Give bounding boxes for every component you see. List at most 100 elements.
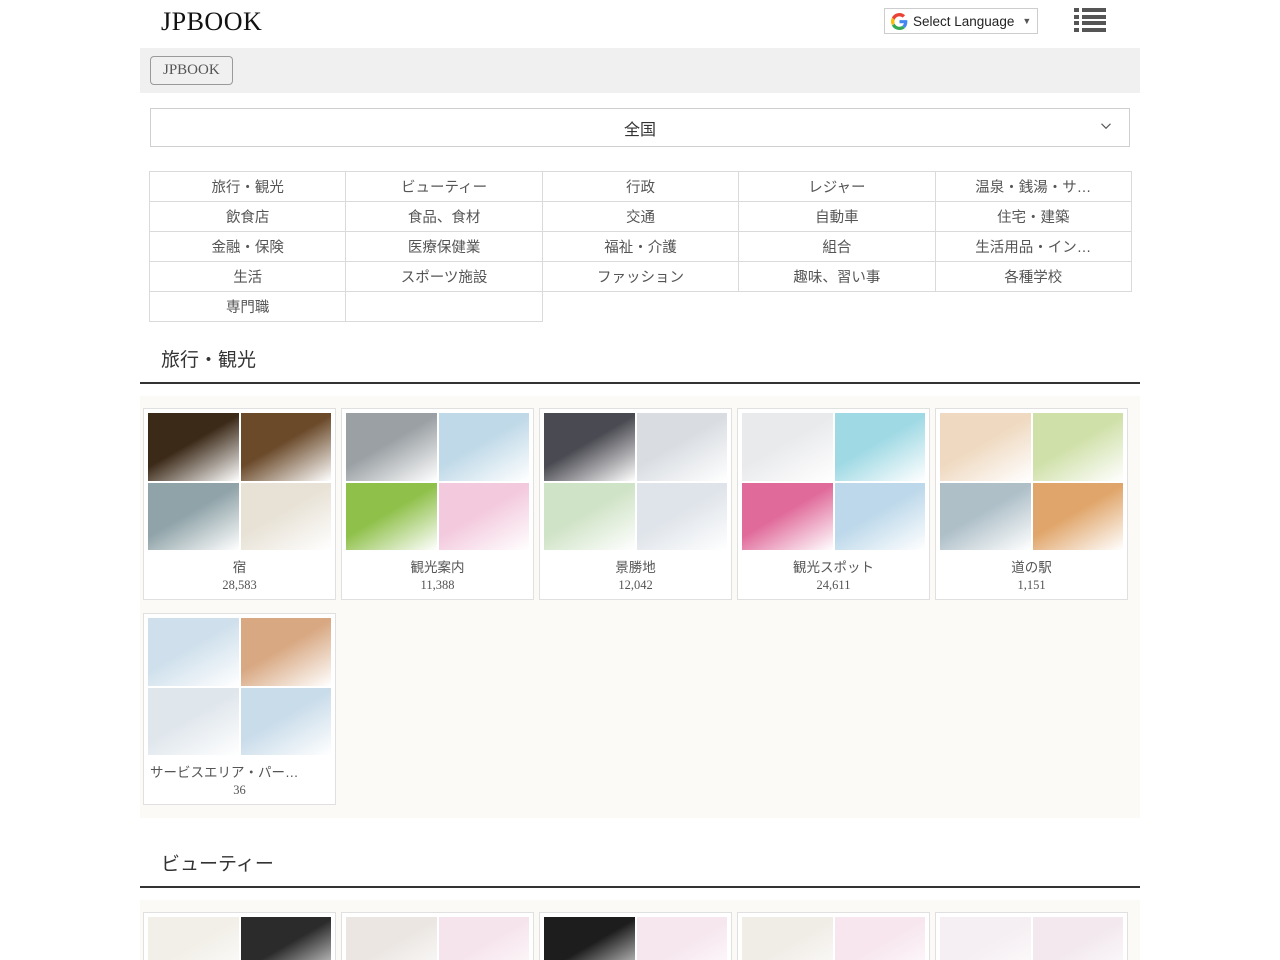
category-card[interactable]: 観光案内11,388 — [341, 408, 534, 600]
google-translate-widget[interactable]: Select Language ▼ — [884, 8, 1038, 34]
thumbnail-tile — [148, 483, 239, 551]
category-card[interactable]: サービスエリア・パー…36 — [143, 613, 336, 805]
category-cell-blank — [739, 292, 935, 322]
breadcrumb-item-home[interactable]: JPBOOK — [150, 56, 233, 85]
card-thumbnail — [742, 413, 925, 550]
category-cell[interactable]: 医療保健業 — [346, 232, 542, 262]
category-cell[interactable]: 専門職 — [150, 292, 346, 322]
thumbnail-tile — [637, 413, 728, 481]
page-root: JPBOOK Select Language ▼ JPBOOK — [0, 0, 1280, 960]
card-row: 宿28,583観光案内11,388景勝地12,042観光スポット24,611道の… — [140, 408, 1140, 613]
translate-label: Select Language — [913, 14, 1014, 29]
category-row: 旅行・観光ビューティー行政レジャー温泉・銭湯・サ… — [150, 172, 1132, 202]
category-cell[interactable]: 各種学校 — [935, 262, 1131, 292]
card-count: 1,151 — [940, 576, 1123, 599]
category-cell-blank — [935, 292, 1131, 322]
thumbnail-tile — [241, 483, 332, 551]
thumbnail-tile — [835, 413, 926, 481]
region-select-value: 全国 — [624, 116, 656, 140]
thumbnail-tile — [637, 917, 728, 960]
category-card[interactable] — [143, 912, 336, 960]
category-card[interactable]: 景勝地12,042 — [539, 408, 732, 600]
category-cell[interactable]: 住宅・建築 — [935, 202, 1131, 232]
breadcrumb: JPBOOK — [140, 48, 1140, 93]
thumbnail-tile — [439, 483, 530, 551]
section-divider — [140, 886, 1140, 888]
card-label: 観光スポット — [742, 550, 925, 576]
thumbnail-tile — [439, 413, 530, 481]
category-cell[interactable]: 旅行・観光 — [150, 172, 346, 202]
thumbnail-tile — [241, 917, 332, 960]
category-cell[interactable]: 生活用品・イン… — [935, 232, 1131, 262]
card-count: 28,583 — [148, 576, 331, 599]
thumbnail-tile — [241, 413, 332, 481]
category-cell[interactable]: ビューティー — [346, 172, 542, 202]
thumbnail-tile — [439, 917, 530, 960]
category-cell[interactable]: 金融・保険 — [150, 232, 346, 262]
category-card[interactable] — [737, 912, 930, 960]
thumbnail-tile — [148, 917, 239, 960]
category-cell[interactable]: ファッション — [542, 262, 738, 292]
thumbnail-tile — [346, 917, 437, 960]
category-cell[interactable]: 生活 — [150, 262, 346, 292]
card-thumbnail — [346, 917, 529, 960]
category-cell[interactable]: 行政 — [542, 172, 738, 202]
category-cell[interactable]: 温泉・銭湯・サ… — [935, 172, 1131, 202]
thumbnail-tile — [544, 483, 635, 551]
category-cell[interactable]: レジャー — [739, 172, 935, 202]
section-cards: 宿28,583観光案内11,388景勝地12,042観光スポット24,611道の… — [140, 396, 1140, 818]
thumbnail-tile — [637, 483, 728, 551]
section-header: ビューティー — [140, 849, 1140, 888]
thumbnail-tile — [148, 618, 239, 686]
category-card[interactable] — [935, 912, 1128, 960]
list-menu-icon[interactable] — [1074, 6, 1106, 34]
thumbnail-tile — [148, 413, 239, 481]
region-select[interactable]: 全国 — [150, 108, 1130, 147]
card-label: 道の駅 — [940, 550, 1123, 576]
category-cell-empty — [346, 292, 542, 322]
category-card[interactable]: 道の駅1,151 — [935, 408, 1128, 600]
card-count: 12,042 — [544, 576, 727, 599]
google-logo-icon — [891, 13, 908, 30]
card-thumbnail — [544, 413, 727, 550]
category-cell[interactable]: 交通 — [542, 202, 738, 232]
category-cell[interactable]: 組合 — [739, 232, 935, 262]
section-header: 旅行・観光 — [140, 345, 1140, 384]
card-thumbnail — [148, 413, 331, 550]
card-thumbnail — [940, 917, 1123, 960]
category-cell[interactable]: スポーツ施設 — [346, 262, 542, 292]
menu-line — [1074, 8, 1106, 12]
category-row: 金融・保険医療保健業福祉・介護組合生活用品・イン… — [150, 232, 1132, 262]
category-cell[interactable]: 趣味、習い事 — [739, 262, 935, 292]
card-row — [140, 912, 1140, 960]
category-card[interactable]: 宿28,583 — [143, 408, 336, 600]
thumbnail-tile — [940, 413, 1031, 481]
thumbnail-tile — [1033, 413, 1124, 481]
card-thumbnail — [346, 413, 529, 550]
card-thumbnail — [742, 917, 925, 960]
thumbnail-tile — [1033, 917, 1124, 960]
section-cards — [140, 900, 1140, 960]
category-row: 専門職 — [150, 292, 1132, 322]
category-card[interactable]: 観光スポット24,611 — [737, 408, 930, 600]
category-cell[interactable]: 食品、食材 — [346, 202, 542, 232]
category-cell[interactable]: 飲食店 — [150, 202, 346, 232]
category-cell[interactable]: 自動車 — [739, 202, 935, 232]
site-brand[interactable]: JPBOOK — [161, 7, 262, 37]
section-divider — [140, 382, 1140, 384]
card-label: サービスエリア・パー… — [148, 755, 331, 781]
card-label: 観光案内 — [346, 550, 529, 576]
category-card[interactable] — [539, 912, 732, 960]
thumbnail-tile — [241, 688, 332, 756]
card-thumbnail — [544, 917, 727, 960]
menu-line — [1074, 21, 1106, 25]
category-card[interactable] — [341, 912, 534, 960]
card-count: 11,388 — [346, 576, 529, 599]
card-row: サービスエリア・パー…36 — [140, 613, 1140, 818]
chevron-down-icon[interactable]: ▼ — [1022, 16, 1034, 26]
card-thumbnail — [940, 413, 1123, 550]
thumbnail-tile — [835, 483, 926, 551]
thumbnail-tile — [940, 483, 1031, 551]
thumbnail-tile — [148, 688, 239, 756]
category-cell[interactable]: 福祉・介護 — [542, 232, 738, 262]
